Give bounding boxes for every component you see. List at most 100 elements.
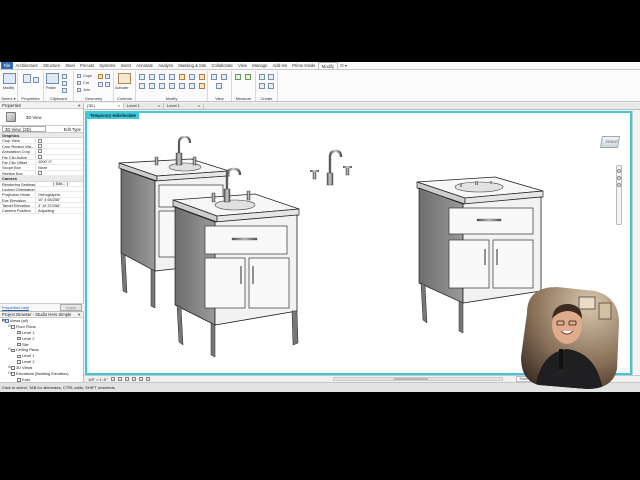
hide-element-icon[interactable] <box>211 74 217 80</box>
create-parts-icon[interactable] <box>268 74 274 80</box>
ribbon-tab[interactable]: Modify <box>318 62 338 69</box>
ribbon-tab[interactable]: Annotate <box>134 62 156 69</box>
ribbon-tab[interactable]: Prime Inside <box>290 62 318 69</box>
property-checkbox[interactable] <box>38 143 42 148</box>
align-icon[interactable] <box>139 74 145 80</box>
ribbon-tab[interactable]: Structure <box>40 62 62 69</box>
steering-wheel-icon[interactable] <box>617 169 621 173</box>
property-value[interactable]: Edit... <box>36 181 83 186</box>
close-tab-icon[interactable]: × <box>118 103 120 109</box>
split-icon[interactable] <box>179 74 185 80</box>
cut-icon[interactable] <box>62 74 67 79</box>
match-properties-icon[interactable] <box>62 88 67 93</box>
view-filter-dropdown[interactable]: 3D View: {3D} <box>2 126 46 132</box>
close-icon[interactable]: ✕ <box>77 312 81 317</box>
property-value[interactable] <box>36 138 83 143</box>
cope-label[interactable]: Cope <box>83 74 92 78</box>
property-checkbox[interactable] <box>38 154 42 159</box>
property-value[interactable] <box>36 154 83 159</box>
ribbon-tab[interactable]: Add-Ins <box>270 62 290 69</box>
edit-type-button[interactable]: Edit Type <box>64 126 81 132</box>
vertical-scrollbar[interactable] <box>632 111 640 375</box>
paste-button[interactable] <box>46 73 59 86</box>
override-graphics-icon[interactable] <box>221 74 227 80</box>
detail-level-icon[interactable] <box>110 377 115 381</box>
pin-icon[interactable] <box>199 83 205 89</box>
move-icon[interactable] <box>139 83 145 89</box>
apply-button[interactable]: Apply <box>59 304 82 311</box>
demolish-icon[interactable] <box>105 82 110 87</box>
ribbon-tab[interactable]: File <box>1 62 13 69</box>
view-tab[interactable]: Level 1 × <box>164 103 204 109</box>
close-icon[interactable]: ✕ <box>77 103 81 108</box>
delete-icon[interactable] <box>199 74 205 80</box>
create-group-icon[interactable] <box>259 83 265 89</box>
scale-icon[interactable] <box>189 83 195 89</box>
property-value[interactable] <box>36 143 83 148</box>
property-value[interactable] <box>36 187 83 191</box>
wall-joins-icon[interactable] <box>98 74 103 79</box>
type-selector[interactable]: 3D View <box>0 109 83 126</box>
cut-geometry-icon[interactable] <box>77 81 81 85</box>
paint-icon[interactable] <box>98 82 103 87</box>
close-tab-icon[interactable]: × <box>198 103 200 109</box>
property-value[interactable]: 3' 10 37/256" <box>36 203 83 207</box>
hide-isolate-icon[interactable] <box>145 377 150 381</box>
ribbon-tab[interactable]: Collaborate <box>209 62 236 69</box>
sun-path-icon[interactable] <box>124 377 129 381</box>
property-checkbox[interactable] <box>38 149 42 154</box>
cut-geometry-label[interactable]: Cut <box>83 81 89 85</box>
view-tab[interactable]: Level 1 × <box>124 103 164 109</box>
mirror-draw-icon[interactable] <box>169 74 175 80</box>
property-value[interactable] <box>36 170 83 175</box>
create-similar-icon[interactable] <box>268 83 274 89</box>
crop-view-icon[interactable] <box>138 377 143 381</box>
create-assembly-icon[interactable] <box>259 74 265 80</box>
array-icon[interactable] <box>179 83 185 89</box>
ribbon-tab[interactable]: Precast <box>77 62 96 69</box>
property-value[interactable]: Adjusting <box>36 208 83 212</box>
aligned-dimension-icon[interactable] <box>245 74 251 80</box>
shadows-icon[interactable] <box>131 377 136 381</box>
copy-icon[interactable] <box>62 81 67 86</box>
close-tab-icon[interactable]: × <box>158 103 160 109</box>
edit-button[interactable]: Edit... <box>52 181 69 186</box>
join-icon[interactable] <box>77 88 81 92</box>
ribbon-tab[interactable]: ⊡ ▾ <box>338 62 350 69</box>
properties-help-link[interactable]: Properties help <box>2 305 29 310</box>
property-value[interactable]: 10' 4 65/256" <box>36 198 83 202</box>
ribbon-tab[interactable]: Systems <box>97 62 118 69</box>
ribbon-tab[interactable]: Insert <box>118 62 134 69</box>
split-face-icon[interactable] <box>105 74 110 79</box>
type-properties-icon[interactable] <box>23 74 31 83</box>
faucet-isolated[interactable] <box>310 149 352 186</box>
mirror-axis-icon[interactable] <box>159 74 165 80</box>
property-value[interactable]: 1000' 0" <box>36 160 83 164</box>
activate-button[interactable] <box>118 73 131 86</box>
visual-style-icon[interactable] <box>117 377 122 381</box>
cope-icon[interactable] <box>77 74 81 78</box>
ribbon-tab[interactable]: Massing & Site <box>176 62 209 69</box>
scale-label[interactable]: 1/8" = 1'-0" <box>88 377 108 382</box>
viewcube[interactable]: FRONT <box>596 131 624 155</box>
navigation-bar[interactable] <box>616 165 622 225</box>
zoom-icon[interactable] <box>617 176 621 180</box>
select-group-label[interactable]: Select ▾ <box>0 96 17 101</box>
copy-element-icon[interactable] <box>149 83 155 89</box>
property-value[interactable] <box>36 149 83 154</box>
ribbon-tab[interactable]: Steel <box>63 62 78 69</box>
ribbon-tab[interactable]: Analyze <box>156 62 176 69</box>
properties-icon[interactable] <box>33 77 39 83</box>
property-checkbox[interactable] <box>38 170 42 175</box>
join-label[interactable]: Join <box>83 88 90 92</box>
ribbon-tab[interactable]: Manage <box>250 62 270 69</box>
property-checkbox[interactable] <box>38 138 42 143</box>
measure-icon[interactable] <box>235 74 241 80</box>
ribbon-tab[interactable]: View <box>235 62 249 69</box>
linework-icon[interactable] <box>216 83 222 89</box>
scrollbar-thumb[interactable] <box>393 378 428 380</box>
trim-icon[interactable] <box>189 74 195 80</box>
offset-icon[interactable] <box>149 74 155 80</box>
horizontal-scrollbar[interactable] <box>332 377 503 381</box>
view-tab[interactable]: {3D} × <box>84 103 124 109</box>
